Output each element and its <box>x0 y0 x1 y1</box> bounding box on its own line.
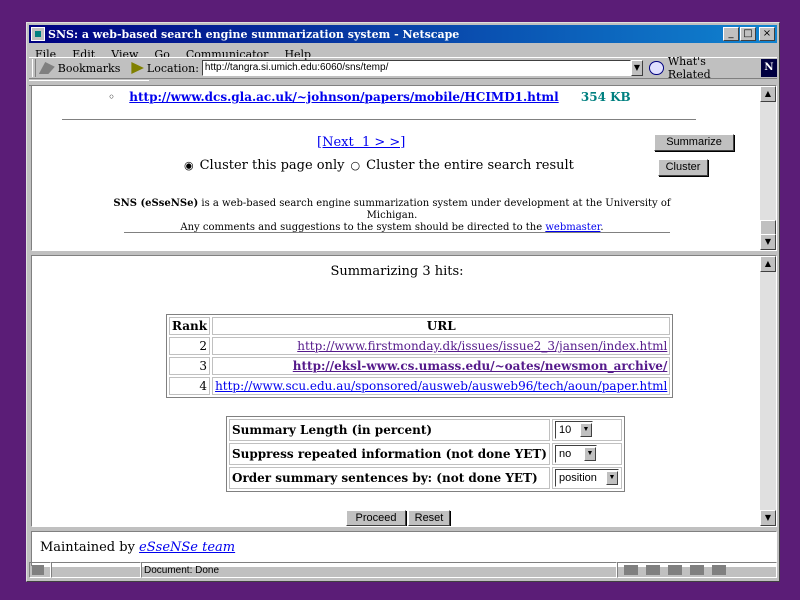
location-input[interactable]: http://tangra.si.umich.edu:6060/sns/temp… <box>201 60 631 76</box>
component-bar <box>617 562 777 578</box>
mail-icon[interactable] <box>646 565 660 575</box>
maximize-button[interactable]: □ <box>740 27 756 41</box>
top-frame-scrollbar[interactable]: ▲ ▼ <box>760 86 776 250</box>
whats-related-icon <box>649 61 664 75</box>
bullet: ◦ <box>108 90 116 104</box>
minimize-button[interactable]: _ <box>723 27 739 41</box>
maintained-label: Maintained by <box>40 540 140 555</box>
window-title: SNS: a web-based search engine summariza… <box>48 27 460 41</box>
maintained-line: Maintained by eSseNSe team <box>40 540 235 555</box>
bookmarks-button[interactable]: Bookmarks <box>38 61 121 75</box>
cluster-all-radio[interactable]: ○ <box>351 159 361 172</box>
order-select[interactable]: position ▼ <box>554 469 619 487</box>
divider <box>62 119 696 120</box>
cluster-page-radio[interactable]: ◉ <box>184 159 194 172</box>
whats-related-button[interactable]: What's Related <box>649 55 743 81</box>
summary-length-select[interactable]: 10 ▼ <box>554 421 593 439</box>
previous-result-row: ◦ http://www.dcs.gla.ac.uk/~johnson/pape… <box>108 90 631 104</box>
netscape-logo: N <box>760 59 777 77</box>
cluster-page-label: Cluster this page only <box>199 158 345 173</box>
close-button[interactable]: × <box>759 27 775 41</box>
status-text: Document: Done <box>141 562 617 578</box>
chevron-down-icon: ▼ <box>583 447 596 461</box>
security-icon[interactable] <box>29 562 51 578</box>
progress-bar <box>51 562 141 578</box>
scroll-up-arrow[interactable]: ▲ <box>760 256 776 272</box>
composer-icon[interactable] <box>668 565 682 575</box>
whats-related-label: What's Related <box>667 55 711 81</box>
location-label: Location: <box>146 61 199 75</box>
browser-window: SNS: a web-based search engine summariza… <box>26 22 780 582</box>
suppress-select[interactable]: no ▼ <box>554 445 597 463</box>
result-url-link[interactable]: http://www.firstmonday.dk/issues/issue2_… <box>297 339 667 353</box>
previous-result-link[interactable]: http://www.dcs.gla.ac.uk/~johnson/papers… <box>129 90 558 104</box>
location-icon <box>131 62 144 74</box>
summary-frame: Summarizing 3 hits: Rank URL 2 http://ww… <box>31 255 777 527</box>
edit-icon[interactable] <box>712 565 726 575</box>
footer-description: is a web-based search engine summarizati… <box>198 198 671 221</box>
results-table: Rank URL 2 http://www.firstmonday.dk/iss… <box>166 314 674 398</box>
toolbar-grip[interactable] <box>32 59 36 77</box>
bookmarks-icon <box>38 62 55 74</box>
result-url-link[interactable]: http://eksl-www.cs.umass.edu/~oates/news… <box>293 359 668 373</box>
divider-bottom <box>124 232 670 233</box>
option-row: Suppress repeated information (not done … <box>229 443 622 465</box>
summary-length-label: Summary Length (in percent) <box>229 419 550 441</box>
location-toolbar: Bookmarks Location: http://tangra.si.umi… <box>29 55 777 81</box>
rank-cell: 2 <box>169 337 211 355</box>
summarize-button[interactable]: Summarize <box>654 134 734 151</box>
suppress-label: Suppress repeated information (not done … <box>229 443 550 465</box>
scroll-up-arrow[interactable]: ▲ <box>760 86 776 102</box>
cluster-all-label: Cluster the entire search result <box>366 158 574 173</box>
table-row: 4 http://www.scu.edu.au/sponsored/ausweb… <box>169 377 671 395</box>
previous-result-size: 354 KB <box>580 90 631 104</box>
result-url-link[interactable]: http://www.scu.edu.au/sponsored/ausweb/a… <box>215 379 667 393</box>
order-value: position <box>558 472 597 484</box>
reset-button[interactable]: Reset <box>408 510 450 526</box>
chevron-down-icon: ▼ <box>579 423 592 437</box>
navigator-icon[interactable] <box>624 565 638 575</box>
suppress-value: no <box>558 448 572 460</box>
scroll-down-arrow[interactable]: ▼ <box>760 510 776 526</box>
table-row: 3 http://eksl-www.cs.umass.edu/~oates/ne… <box>169 357 671 375</box>
cluster-options: ◉ Cluster this page only ○ Cluster the e… <box>184 158 574 173</box>
bookmarks-label: Bookmarks <box>57 61 121 75</box>
top-frame: ◦ http://www.dcs.gla.ac.uk/~johnson/pape… <box>31 85 777 251</box>
option-row: Order summary sentences by: (not done YE… <box>229 467 622 489</box>
rank-header: Rank <box>169 317 211 335</box>
netscape-app-icon[interactable] <box>31 27 45 41</box>
location-dropdown-button[interactable]: ▼ <box>630 60 644 76</box>
option-row: Summary Length (in percent) 10 ▼ <box>229 419 622 441</box>
rank-cell: 4 <box>169 377 211 395</box>
table-row: 2 http://www.firstmonday.dk/issues/issue… <box>169 337 671 355</box>
title-bar[interactable]: SNS: a web-based search engine summariza… <box>29 25 777 43</box>
chevron-down-icon: ▼ <box>605 471 618 485</box>
discussion-icon[interactable] <box>690 565 704 575</box>
order-label: Order summary sentences by: (not done YE… <box>229 467 550 489</box>
status-bar: Document: Done <box>29 561 777 579</box>
url-header: URL <box>212 317 671 335</box>
summary-frame-scrollbar[interactable]: ▲ ▼ <box>760 256 776 526</box>
team-link[interactable]: eSseNSe team <box>139 540 235 555</box>
summary-length-value: 10 <box>558 424 572 436</box>
footer-brand: SNS (eSseNSe) <box>113 198 199 209</box>
cluster-button[interactable]: Cluster <box>658 159 708 176</box>
proceed-button[interactable]: Proceed <box>346 510 406 526</box>
footer-text: SNS (eSseNSe) is a web-based search engi… <box>92 198 692 234</box>
summary-heading: Summarizing 3 hits: <box>330 264 464 279</box>
scroll-down-arrow[interactable]: ▼ <box>760 234 776 250</box>
summary-options-table: Summary Length (in percent) 10 ▼ Suppress… <box>226 416 625 492</box>
rank-cell: 3 <box>169 357 211 375</box>
next-page-link[interactable]: [Next 1 > >] <box>317 135 405 150</box>
